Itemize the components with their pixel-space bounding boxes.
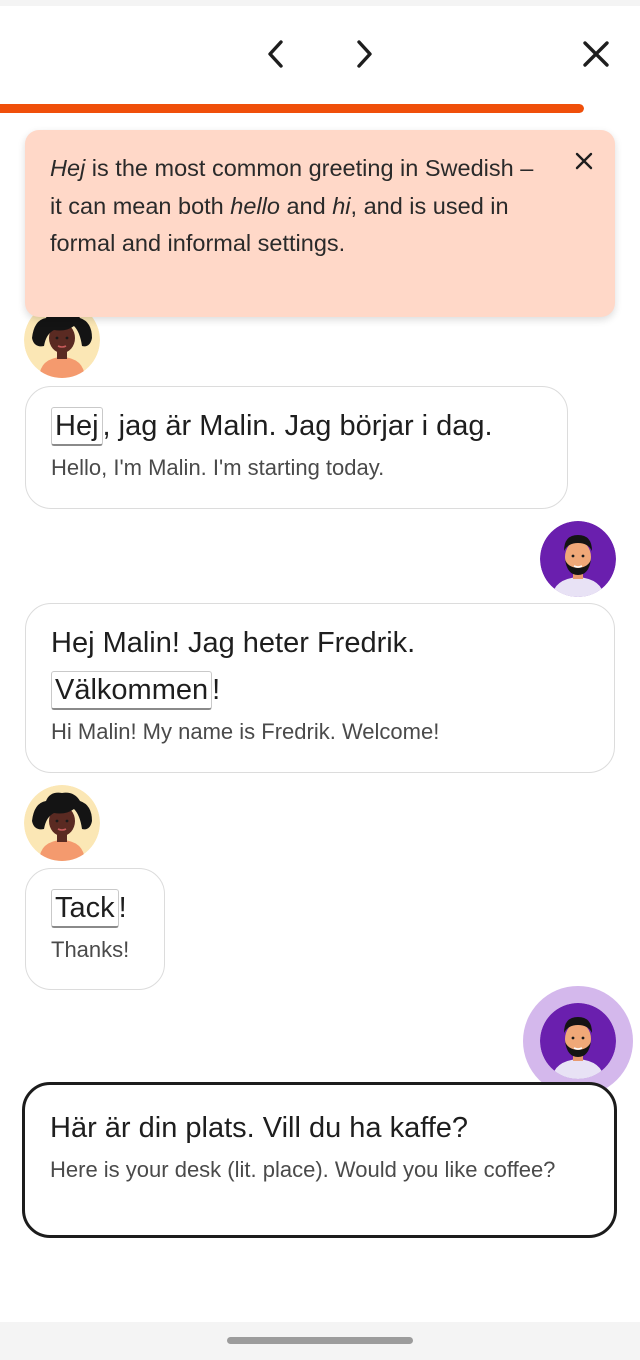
status-strip: [0, 0, 640, 6]
message-translation: Thanks!: [51, 937, 130, 962]
message-text: Tack!: [51, 885, 140, 932]
lesson-progress-bar: [0, 104, 584, 113]
message-text: Hej Malin! Jag heter Fredrik. Välkommen!: [51, 620, 590, 714]
message-translation: Here is your desk (lit. place). Would yo…: [50, 1157, 556, 1182]
fredrik-avatar: [540, 1003, 616, 1079]
active-message-bubble[interactable]: Här är din plats. Vill du ha kaffe? Here…: [22, 1082, 617, 1238]
highlighted-word[interactable]: Tack: [51, 889, 119, 928]
previous-button[interactable]: [252, 30, 300, 78]
progress-fill: [0, 104, 584, 113]
malin-avatar: [24, 785, 100, 861]
home-indicator[interactable]: [227, 1337, 413, 1344]
chevron-left-icon: [268, 40, 283, 68]
close-button[interactable]: [572, 30, 620, 78]
message-translation: Hi Malin! My name is Fredrik. Welcome!: [51, 719, 440, 744]
chevron-right-icon: [357, 40, 372, 68]
close-icon: [575, 152, 593, 170]
message-text: Här är din plats. Vill du ha kaffe?: [50, 1112, 469, 1144]
message-bubble[interactable]: Hej Malin! Jag heter Fredrik. Välkommen! …: [25, 603, 615, 773]
next-button[interactable]: [340, 30, 388, 78]
tip-close-button[interactable]: [571, 148, 597, 174]
tip-text: Hej is the most common greeting in Swedi…: [50, 155, 534, 256]
close-icon: [583, 41, 609, 67]
fredrik-avatar: [540, 521, 616, 597]
highlighted-word[interactable]: Hej: [51, 407, 103, 446]
message-bubble[interactable]: Hej, jag är Malin. Jag börjar i dag. Hel…: [25, 386, 568, 509]
highlighted-word[interactable]: Välkommen: [51, 671, 213, 710]
message-translation: Hello, I'm Malin. I'm starting today.: [51, 455, 385, 480]
message-bubble[interactable]: Tack! Thanks!: [25, 868, 165, 990]
tip-card: Hej is the most common greeting in Swedi…: [25, 130, 615, 317]
message-text: Hej, jag är Malin. Jag börjar i dag.: [51, 403, 543, 450]
